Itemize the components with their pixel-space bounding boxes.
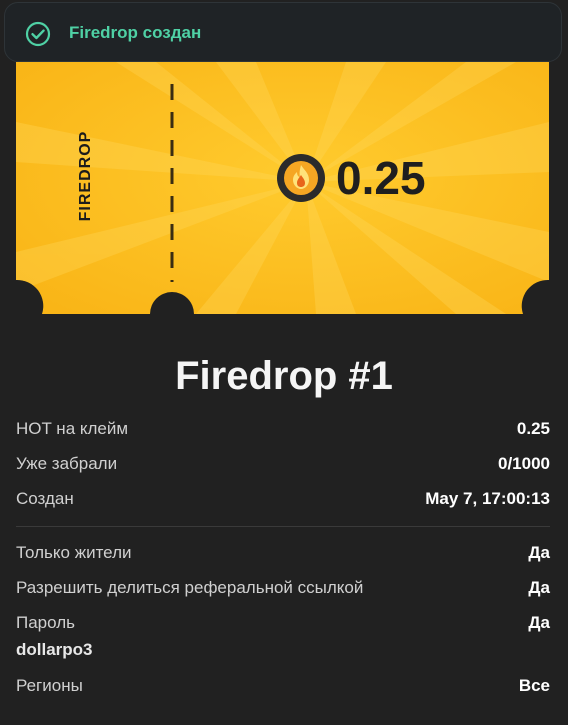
stat-value: 0/1000	[498, 454, 550, 473]
ticket-amount: 0.25	[336, 152, 426, 204]
check-circle-icon	[25, 21, 51, 47]
setting-value: Да	[528, 543, 550, 562]
password-value: dollarpo3	[16, 640, 93, 659]
setting-value: Да	[528, 578, 550, 597]
divider	[16, 526, 550, 527]
stat-value: 0.25	[516, 419, 550, 438]
setting-value: Да	[528, 613, 550, 632]
setting-label: Пароль	[16, 613, 75, 632]
page-title: Firedrop #1	[175, 354, 393, 398]
stat-label: Уже забрали	[16, 454, 118, 473]
stat-label: Создан	[16, 489, 74, 508]
setting-label: Разрешить делиться реферальной ссылкой	[16, 578, 364, 597]
toast-message: Firedrop создан	[69, 23, 202, 42]
stat-label: HOT на клейм	[16, 419, 129, 438]
setting-label: Регионы	[16, 676, 83, 695]
setting-label: Только жители	[16, 543, 132, 562]
toast-notification: Firedrop создан	[4, 2, 562, 62]
stat-value: May 7, 17:00:13	[425, 489, 550, 508]
setting-value: Все	[518, 676, 550, 695]
flame-coin-icon	[277, 154, 325, 202]
ticket-stub-label: FIREDROP	[77, 130, 94, 222]
